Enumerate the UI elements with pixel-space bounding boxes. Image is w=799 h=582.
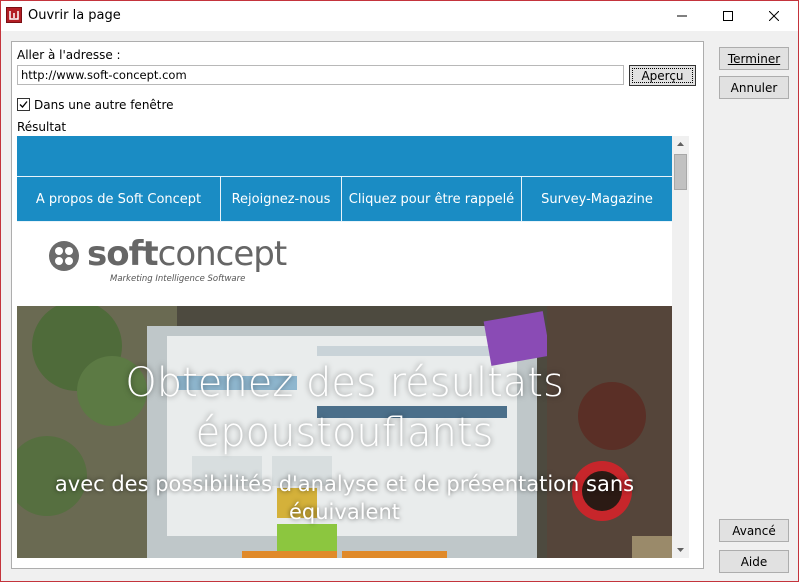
- site-logo-text: softconcept: [87, 234, 288, 274]
- logo-soft: soft: [87, 234, 159, 274]
- scroll-up-icon[interactable]: [672, 136, 689, 153]
- logo-concept: concept: [157, 234, 288, 274]
- preview-button-label: Aperçu: [641, 68, 684, 83]
- cancel-button-label: Annuler: [730, 80, 778, 95]
- address-input[interactable]: [17, 65, 624, 85]
- minimize-icon: [677, 15, 687, 17]
- checkmark-icon: [19, 101, 28, 108]
- app-icon: [6, 7, 22, 23]
- finish-button-label: Terminer: [727, 51, 781, 66]
- nav-item-callback[interactable]: Cliquez pour être rappelé: [342, 177, 522, 221]
- logo-tagline: Marketing Intelligence Software: [110, 274, 246, 284]
- new-window-checkbox[interactable]: [17, 98, 30, 111]
- hero-subtitle-line2: équivalent: [289, 500, 400, 524]
- help-button[interactable]: Aide: [719, 550, 789, 573]
- window-title: Ouvrir la page: [28, 8, 121, 23]
- hero-subtitle: avec des possibilités d'analyse et de pr…: [17, 470, 672, 526]
- dialog-window: Ouvrir la page Aller à l'adresse : Aperç…: [0, 0, 799, 582]
- site-hero: Obtenez des résultats époustouflants ave…: [17, 306, 672, 558]
- site-top-bar: [17, 136, 672, 176]
- preview-button[interactable]: Aperçu: [629, 65, 696, 86]
- nav-item-magazine[interactable]: Survey-Magazine: [522, 177, 672, 221]
- nav-item-about[interactable]: A propos de Soft Concept: [17, 177, 221, 221]
- scroll-thumb[interactable]: [674, 154, 687, 190]
- softconcept-logo-icon: [49, 241, 79, 271]
- hero-title-line2: époustouflants: [195, 410, 494, 456]
- result-label: Résultat: [17, 120, 67, 134]
- minimize-button[interactable]: [659, 1, 705, 31]
- cancel-button[interactable]: Annuler: [719, 76, 789, 99]
- advanced-button[interactable]: Avancé: [719, 519, 789, 542]
- help-button-label: Aide: [740, 554, 768, 569]
- maximize-icon: [723, 11, 733, 21]
- website-page: A propos de Soft Concept Rejoignez-nous …: [17, 136, 672, 558]
- address-label: Aller à l'adresse :: [17, 48, 121, 62]
- preview-scrollbar[interactable]: [672, 136, 689, 558]
- new-window-label[interactable]: Dans une autre fenêtre: [34, 98, 174, 112]
- address-panel: Aller à l'adresse : Aperçu Dans une autr…: [11, 41, 704, 569]
- hero-title-line1: Obtenez des résultats: [125, 360, 564, 406]
- hero-title: Obtenez des résultats époustouflants: [17, 358, 672, 458]
- site-logo-area: softconcept Marketing Intelligence Softw…: [17, 222, 672, 306]
- close-button[interactable]: [751, 1, 797, 31]
- advanced-button-label: Avancé: [732, 523, 776, 538]
- dialog-body: Aller à l'adresse : Aperçu Dans une autr…: [1, 31, 798, 581]
- site-navbar: A propos de Soft Concept Rejoignez-nous …: [17, 176, 672, 222]
- hero-subtitle-line1: avec des possibilités d'analyse et de pr…: [54, 472, 635, 496]
- web-preview[interactable]: A propos de Soft Concept Rejoignez-nous …: [17, 136, 689, 558]
- finish-button[interactable]: Terminer: [719, 47, 789, 70]
- title-bar: Ouvrir la page: [1, 1, 798, 31]
- nav-item-join[interactable]: Rejoignez-nous: [221, 177, 342, 221]
- maximize-button[interactable]: [705, 1, 751, 31]
- close-icon: [769, 11, 779, 21]
- scroll-down-icon[interactable]: [672, 541, 689, 558]
